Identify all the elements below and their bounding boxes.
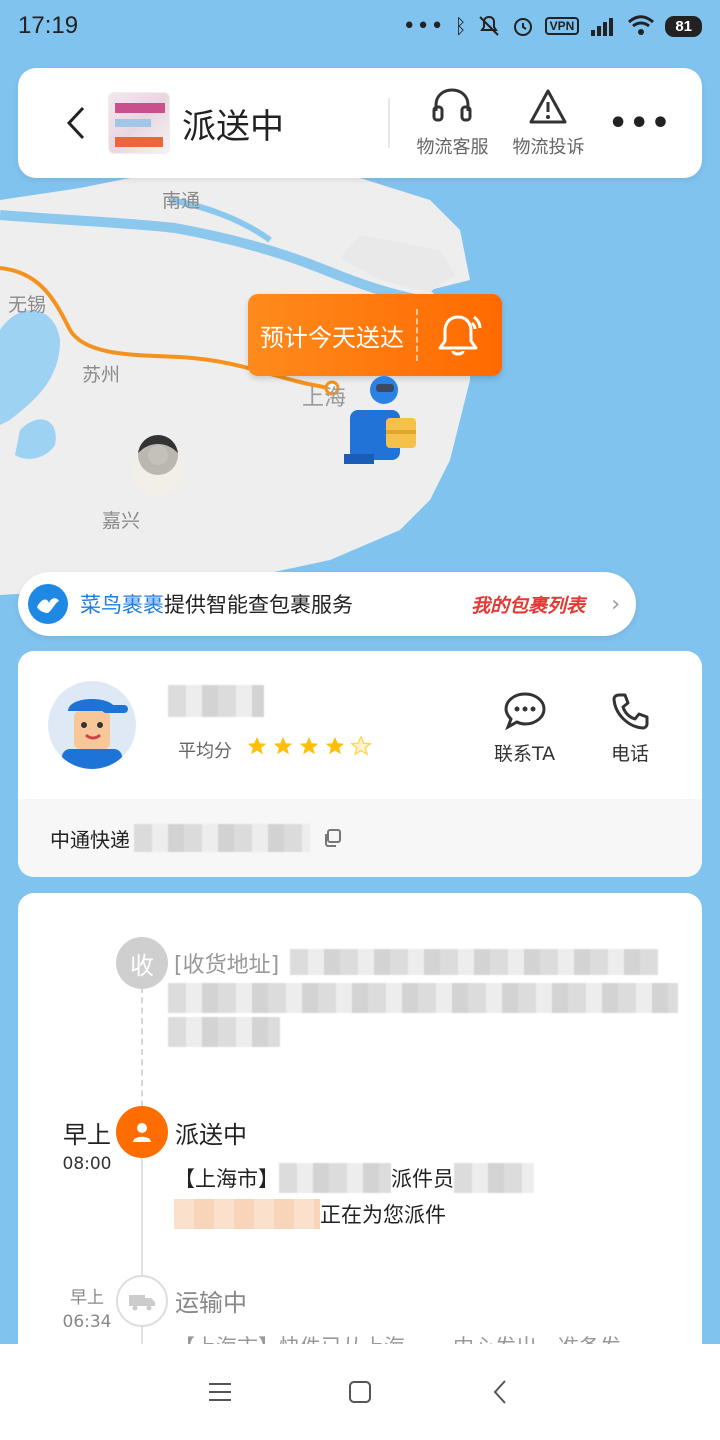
battery-indicator: 81 <box>665 15 702 37</box>
status-icons: ••• ᛒ VPN 81 <box>403 14 702 39</box>
timeline-connector <box>141 987 143 1117</box>
event-day: 早上 <box>70 1288 104 1308</box>
redacted-text <box>454 1163 534 1193</box>
back-button[interactable] <box>46 93 106 153</box>
back-arrow-icon <box>493 1380 506 1404</box>
system-back-button[interactable] <box>470 1362 530 1422</box>
timeline-connector <box>141 1157 143 1277</box>
mute-icon <box>478 15 499 36</box>
cainiao-logo-icon <box>28 584 68 624</box>
event-detail: 正在为您派件 <box>174 1199 446 1229</box>
home-button[interactable] <box>330 1362 390 1422</box>
event-clock: 08:00 <box>62 1154 112 1174</box>
address-text <box>168 1017 280 1047</box>
person-icon <box>116 1106 168 1158</box>
address-text <box>168 983 678 1013</box>
bluetooth-icon: ᛒ <box>454 14 467 38</box>
timeline-card: 收 [收货地址] 早上 08:00 派送中 【上海市】 派件员 正在为您派件 早… <box>18 893 702 1353</box>
redacted-phone <box>174 1199 320 1229</box>
alarm-icon <box>513 18 532 36</box>
logistics-service-label: 物流客服 <box>416 137 489 158</box>
eta-text: 预计今天送达 <box>260 323 404 352</box>
chevron-right-icon: › <box>611 591 620 617</box>
courier-company: 中通快递 <box>50 827 130 852</box>
address-node: 收 <box>116 937 168 989</box>
chevron-left-icon <box>66 106 85 140</box>
phone-label: 电话 <box>610 743 649 765</box>
event-detail: 【上海市】 派件员 <box>174 1163 534 1193</box>
eta-divider <box>416 309 418 361</box>
logistics-service-button[interactable]: 物流客服 <box>416 87 488 159</box>
eta-bubble[interactable]: 预计今天送达 <box>248 294 502 376</box>
wifi-icon <box>628 15 655 35</box>
event-clock: 06:34 <box>62 1312 112 1332</box>
phone-icon <box>612 693 649 730</box>
headset-icon <box>432 88 472 122</box>
package-thumbnail[interactable] <box>108 92 170 154</box>
header-divider <box>388 98 391 148</box>
city-label: 苏州 <box>82 364 121 386</box>
cainiao-banner[interactable]: 菜鸟裹裹 提供智能查包裹服务 我的包裹列表 › <box>18 572 636 636</box>
status-time: 17:19 <box>18 12 79 39</box>
bell-icon[interactable] <box>430 307 486 363</box>
star-icon <box>247 736 267 755</box>
courier-avatar[interactable] <box>48 681 136 769</box>
banner-text: 提供智能查包裹服务 <box>164 593 353 617</box>
event-title: 运输中 <box>175 1289 247 1317</box>
event-title: 派送中 <box>175 1121 247 1149</box>
notification-dots-icon: ••• <box>402 13 445 39</box>
vpn-badge: VPN <box>544 17 580 35</box>
banner-brand: 菜鸟裹裹 <box>80 593 164 617</box>
courier-name <box>168 685 264 717</box>
tracking-number <box>134 824 310 852</box>
star-icon <box>325 736 345 755</box>
courier-card: 平均分 联系TA 电话 中通快递 <box>18 651 702 877</box>
menu-icon <box>209 1383 231 1401</box>
copy-icon[interactable] <box>322 828 342 848</box>
address-text <box>290 949 658 975</box>
event-status-text: 正在为您派件 <box>320 1203 446 1227</box>
page-title: 派送中 <box>182 106 284 147</box>
chat-icon <box>504 692 546 731</box>
event-role: 派件员 <box>391 1167 454 1191</box>
redacted-text <box>279 1163 391 1193</box>
truck-icon <box>116 1275 168 1327</box>
home-square-icon <box>349 1381 371 1403</box>
event-time: 早上 06:34 <box>52 1283 122 1332</box>
my-packages-link[interactable]: 我的包裹列表 <box>471 591 585 618</box>
warning-icon <box>529 89 567 124</box>
call-courier-button[interactable]: 电话 <box>610 691 650 766</box>
score-label: 平均分 <box>178 741 232 762</box>
tracking-row: 中通快递 <box>18 799 702 877</box>
system-nav-bar <box>0 1344 720 1440</box>
rating-stars <box>246 735 372 757</box>
city-label: 无锡 <box>8 294 47 316</box>
contact-courier-button[interactable]: 联系TA <box>494 691 555 766</box>
event-location: 【上海市】 <box>174 1167 279 1191</box>
logistics-complaint-button[interactable]: 物流投诉 <box>512 87 584 159</box>
city-label: 嘉兴 <box>102 510 141 532</box>
status-bar: 17:19 ••• ᛒ VPN 81 <box>0 0 720 52</box>
courier-scooter-icon <box>344 376 416 464</box>
top-header: 派送中 物流客服 物流投诉 ••• <box>18 68 702 178</box>
more-icon[interactable]: ••• <box>608 106 672 141</box>
star-icon <box>299 736 319 755</box>
star-icon <box>350 735 372 756</box>
address-label: [收货地址] <box>174 953 280 978</box>
contact-label: 联系TA <box>494 743 556 765</box>
signal-icon <box>591 18 614 36</box>
logistics-complaint-label: 物流投诉 <box>512 137 585 158</box>
menu-button[interactable] <box>190 1362 250 1422</box>
city-label: 南通 <box>162 190 201 212</box>
star-icon <box>273 736 293 755</box>
